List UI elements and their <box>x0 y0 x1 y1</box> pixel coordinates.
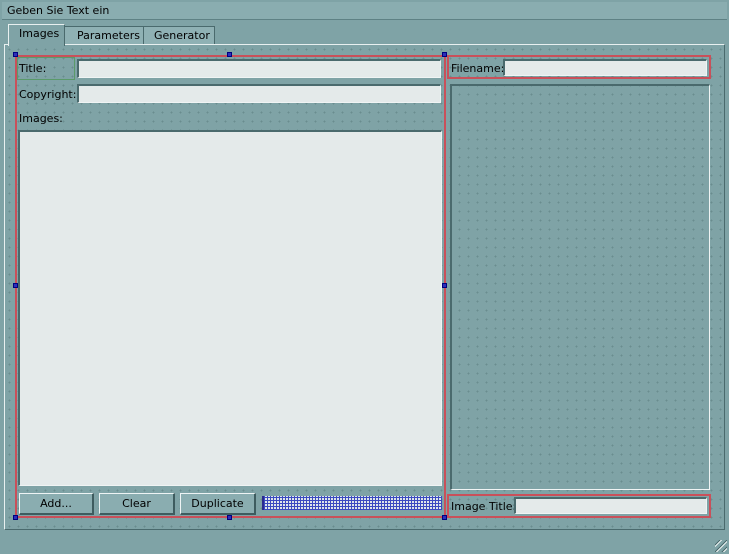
image-title-input[interactable] <box>514 497 707 514</box>
duplicate-button[interactable]: Duplicate <box>180 493 256 515</box>
image-title-label: Image Title: <box>451 500 517 513</box>
tab-generator[interactable]: Generator <box>143 26 215 45</box>
add-button[interactable]: Add... <box>19 493 94 515</box>
window-titlebar: Geben Sie Text ein <box>2 2 727 20</box>
resize-handle[interactable] <box>13 283 18 288</box>
resize-handle[interactable] <box>442 283 447 288</box>
images-label: Images: <box>19 112 63 125</box>
resize-handle[interactable] <box>13 515 18 520</box>
resize-handle[interactable] <box>227 52 232 57</box>
resize-handle[interactable] <box>227 515 232 520</box>
copyright-input[interactable] <box>77 84 441 103</box>
clear-button[interactable]: Clear <box>99 493 175 515</box>
progress-bar <box>262 496 442 510</box>
resize-handle[interactable] <box>13 52 18 57</box>
tab-parameters[interactable]: Parameters <box>64 26 153 45</box>
copyright-label: Copyright: <box>19 88 77 101</box>
window-title: Geben Sie Text ein <box>7 4 110 17</box>
image-preview-area <box>450 84 710 490</box>
resize-grip-icon[interactable] <box>715 540 727 552</box>
images-list[interactable] <box>18 130 442 486</box>
title-input[interactable] <box>77 59 441 78</box>
filename-input[interactable] <box>503 59 707 76</box>
filename-label: Filename: <box>451 62 505 75</box>
title-label: Title: <box>19 62 47 75</box>
tab-images[interactable]: Images <box>8 24 65 46</box>
